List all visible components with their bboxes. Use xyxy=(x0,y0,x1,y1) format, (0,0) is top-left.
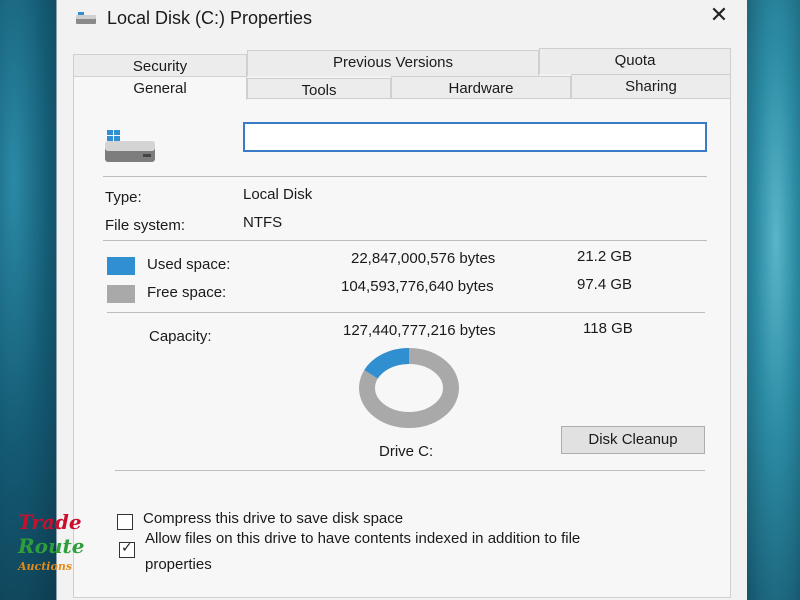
used-space-size: 21.2 GB xyxy=(577,248,633,265)
used-space-bytes: 22,847,000,576 bytes xyxy=(351,250,496,267)
divider-middle xyxy=(103,240,707,241)
donut-used-arc xyxy=(364,348,410,379)
title-bar[interactable]: Local Disk (C:) Properties ✕ xyxy=(57,0,747,40)
capacity-label: Capacity: xyxy=(149,328,212,345)
properties-dialog: Local Disk (C:) Properties ✕ Security Pr… xyxy=(56,0,747,600)
logo-line-2: Route xyxy=(18,534,85,558)
compress-checkbox[interactable] xyxy=(117,514,133,530)
free-space-size: 97.4 GB xyxy=(577,276,633,293)
type-label: Type: xyxy=(105,189,142,206)
index-label-line1: Allow files on this drive to have conten… xyxy=(145,530,581,547)
disk-usage-donut xyxy=(359,348,459,428)
compress-label: Compress this drive to save disk space xyxy=(143,510,404,527)
logo-line-1: Trade xyxy=(18,510,82,534)
window-title: Local Disk (C:) Properties xyxy=(107,8,313,28)
divider-top xyxy=(103,176,707,177)
tab-hardware[interactable]: Hardware xyxy=(391,76,571,98)
trade-route-auctions-logo: Trade Route Auctions xyxy=(18,510,98,580)
free-space-bytes: 104,593,776,640 bytes xyxy=(341,278,494,295)
tab-general[interactable]: General xyxy=(73,76,247,100)
hard-drive-icon xyxy=(105,130,155,162)
tab-quota[interactable]: Quota xyxy=(539,48,731,74)
index-label-line2: properties xyxy=(145,556,212,573)
free-space-swatch xyxy=(107,285,135,303)
free-space-label: Free space: xyxy=(147,284,227,301)
used-space-label: Used space: xyxy=(147,256,231,273)
drive-title-icon xyxy=(76,12,96,24)
divider-bottom xyxy=(115,470,705,471)
tab-tools[interactable]: Tools xyxy=(247,78,391,100)
used-space-swatch xyxy=(107,257,135,275)
disk-cleanup-button[interactable]: Disk Cleanup xyxy=(561,426,705,454)
desktop-background-right xyxy=(740,0,800,600)
divider-capacity xyxy=(107,312,705,313)
tab-sharing[interactable]: Sharing xyxy=(571,74,731,98)
capacity-bytes: 127,440,777,216 bytes xyxy=(343,322,496,339)
drive-name-input[interactable] xyxy=(243,122,707,152)
file-system-value: NTFS xyxy=(243,214,283,231)
logo-line-3: Auctions xyxy=(18,560,73,573)
capacity-size: 118 GB xyxy=(583,320,633,337)
type-value: Local Disk xyxy=(243,186,313,203)
close-button[interactable]: ✕ xyxy=(699,2,739,32)
index-checkbox[interactable]: ✓ xyxy=(119,540,135,558)
drive-letter-label: Drive C: xyxy=(379,443,434,460)
tab-previous-versions[interactable]: Previous Versions xyxy=(247,50,539,76)
file-system-label: File system: xyxy=(105,217,186,234)
index-checkmark: ✓ xyxy=(121,540,133,556)
